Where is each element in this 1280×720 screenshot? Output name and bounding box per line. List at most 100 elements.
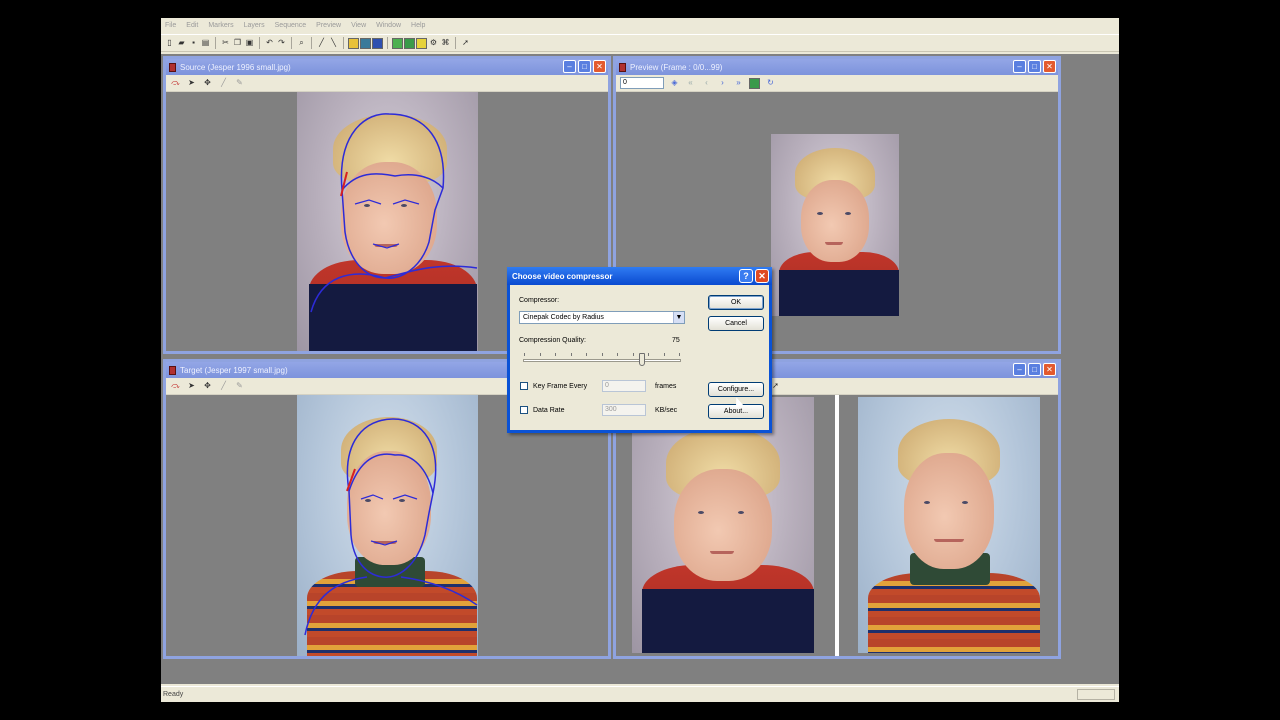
frame-spinner[interactable]: 0 bbox=[620, 77, 664, 89]
menu-edit[interactable]: Edit bbox=[186, 22, 198, 29]
eye bbox=[698, 511, 704, 514]
maximize-icon[interactable]: □ bbox=[1028, 60, 1041, 73]
datarate-label: Data Rate bbox=[533, 407, 565, 414]
menu-window[interactable]: Window bbox=[376, 22, 401, 29]
gear-icon[interactable]: ⚙ bbox=[428, 38, 439, 49]
marker-tool-icon[interactable]: ⤼ bbox=[170, 78, 181, 89]
select-arrow-icon[interactable]: ➤ bbox=[186, 381, 197, 392]
close-icon[interactable]: ✕ bbox=[593, 60, 606, 73]
source-window-titlebar[interactable]: Source (Jesper 1996 small.jpg) ‒ □ ✕ bbox=[166, 59, 608, 75]
pencil-icon[interactable]: ✎ bbox=[234, 381, 245, 392]
eye bbox=[845, 212, 851, 215]
open-folder-icon[interactable]: ▰ bbox=[176, 38, 187, 49]
dialog-titlebar[interactable]: Choose video compressor ? ✕ bbox=[507, 267, 772, 285]
mouth bbox=[825, 242, 843, 245]
help-pointer-icon[interactable]: ➚ bbox=[460, 38, 471, 49]
paste-icon[interactable]: ▣ bbox=[244, 38, 255, 49]
quality-slider-ticks bbox=[524, 353, 680, 356]
next-frame-icon[interactable]: › bbox=[717, 78, 728, 89]
maximize-icon[interactable]: □ bbox=[578, 60, 591, 73]
source-photo bbox=[297, 92, 478, 351]
move-marker-icon[interactable]: ✥ bbox=[202, 381, 213, 392]
marker-lines-overlay bbox=[304, 418, 478, 636]
marker-tool-icon[interactable]: ⤼ bbox=[170, 381, 181, 392]
draw-line-icon[interactable]: ╱ bbox=[316, 38, 327, 49]
play-icon[interactable] bbox=[749, 77, 760, 89]
compressor-selected-value: Cinepak Codec by Radius bbox=[523, 314, 604, 321]
layer-preview-icon[interactable] bbox=[372, 37, 383, 49]
layer-target-icon[interactable] bbox=[360, 37, 371, 49]
pen-icon[interactable]: ╱ bbox=[218, 78, 229, 89]
menu-file[interactable]: File bbox=[165, 22, 176, 29]
target-window-title: Target (Jesper 1997 small.jpg) bbox=[180, 365, 288, 375]
keyframe-input[interactable]: 0 bbox=[602, 380, 646, 392]
datarate-input[interactable]: 300 bbox=[602, 404, 646, 416]
maximize-icon[interactable]: □ bbox=[1028, 363, 1041, 376]
cut-icon[interactable]: ✂ bbox=[220, 38, 231, 49]
keyframe-checkbox[interactable] bbox=[520, 382, 528, 390]
zoom-icon[interactable]: ⌕ bbox=[296, 38, 307, 49]
source-window-toolbar: ⤼ ➤ ✥ ╱ ✎ bbox=[166, 75, 608, 92]
preview-window-title: Preview (Frame : 0/0...99) bbox=[630, 62, 723, 72]
new-file-icon[interactable]: ▯ bbox=[164, 38, 175, 49]
compressor-select[interactable]: Cinepak Codec by Radius ▼ bbox=[519, 311, 685, 324]
toolbar-separator bbox=[343, 37, 344, 49]
menu-view[interactable]: View bbox=[351, 22, 366, 29]
quality-value: 75 bbox=[672, 337, 680, 344]
help-icon[interactable]: ? bbox=[739, 269, 753, 283]
fast-forward-icon[interactable]: » bbox=[733, 78, 744, 89]
menu-sequence[interactable]: Sequence bbox=[275, 22, 307, 29]
first-frame-icon[interactable]: ◈ bbox=[669, 78, 680, 89]
close-icon[interactable]: ✕ bbox=[755, 269, 769, 283]
pen-icon[interactable]: ╱ bbox=[218, 381, 229, 392]
menu-markers[interactable]: Markers bbox=[208, 22, 233, 29]
save-icon[interactable]: ▪ bbox=[188, 38, 199, 49]
toolbar-separator bbox=[387, 37, 388, 49]
face bbox=[674, 469, 772, 581]
prev-frame-icon[interactable]: ‹ bbox=[701, 78, 712, 89]
copy-icon[interactable]: ❐ bbox=[232, 38, 243, 49]
choose-video-compressor-dialog: Choose video compressor ? ✕ Compressor: … bbox=[507, 267, 772, 433]
preview-window-titlebar[interactable]: Preview (Frame : 0/0...99) ‒ □ ✕ bbox=[616, 59, 1058, 75]
render-sequence-icon[interactable] bbox=[404, 37, 415, 49]
document-icon bbox=[169, 62, 176, 72]
play-sequence-icon[interactable] bbox=[392, 37, 403, 49]
datarate-checkbox[interactable] bbox=[520, 406, 528, 414]
print-icon[interactable]: ▤ bbox=[200, 38, 211, 49]
toolbar-separator bbox=[291, 37, 292, 49]
toolbar-separator bbox=[455, 37, 456, 49]
menu-layers[interactable]: Layers bbox=[244, 22, 265, 29]
quality-slider-thumb[interactable] bbox=[638, 353, 645, 366]
menu-help[interactable]: Help bbox=[411, 22, 425, 29]
cancel-button[interactable]: Cancel bbox=[708, 316, 764, 331]
chevron-down-icon[interactable]: ▼ bbox=[673, 312, 684, 323]
close-icon[interactable]: ✕ bbox=[1043, 60, 1056, 73]
layer-source-icon[interactable] bbox=[348, 37, 359, 49]
face bbox=[801, 180, 869, 262]
menu-preview[interactable]: Preview bbox=[316, 22, 341, 29]
target-canvas[interactable] bbox=[166, 395, 608, 656]
configure-button[interactable]: Configure... bbox=[708, 382, 764, 397]
toolbar-separator bbox=[259, 37, 260, 49]
undo-icon[interactable]: ↶ bbox=[264, 38, 275, 49]
close-icon[interactable]: ✕ bbox=[1043, 363, 1056, 376]
edit-line-icon[interactable]: ╲ bbox=[328, 38, 339, 49]
move-marker-icon[interactable]: ✥ bbox=[202, 78, 213, 89]
ok-button[interactable]: OK bbox=[708, 295, 764, 310]
pencil-icon[interactable]: ✎ bbox=[234, 78, 245, 89]
eye bbox=[817, 212, 823, 215]
quality-label: Compression Quality: bbox=[519, 337, 586, 344]
quality-slider-track[interactable] bbox=[523, 359, 681, 362]
rewind-icon[interactable]: « bbox=[685, 78, 696, 89]
target-frame-photo bbox=[858, 397, 1040, 653]
redo-icon[interactable]: ↷ bbox=[276, 38, 287, 49]
minimize-icon[interactable]: ‒ bbox=[1013, 363, 1026, 376]
compressor-label: Compressor: bbox=[519, 297, 560, 304]
minimize-icon[interactable]: ‒ bbox=[563, 60, 576, 73]
settings-icon[interactable]: ⌘ bbox=[440, 38, 451, 49]
note-icon[interactable] bbox=[416, 37, 427, 49]
loop-icon[interactable]: ↻ bbox=[765, 78, 776, 89]
toolbar-separator bbox=[311, 37, 312, 49]
select-arrow-icon[interactable]: ➤ bbox=[186, 78, 197, 89]
minimize-icon[interactable]: ‒ bbox=[1013, 60, 1026, 73]
